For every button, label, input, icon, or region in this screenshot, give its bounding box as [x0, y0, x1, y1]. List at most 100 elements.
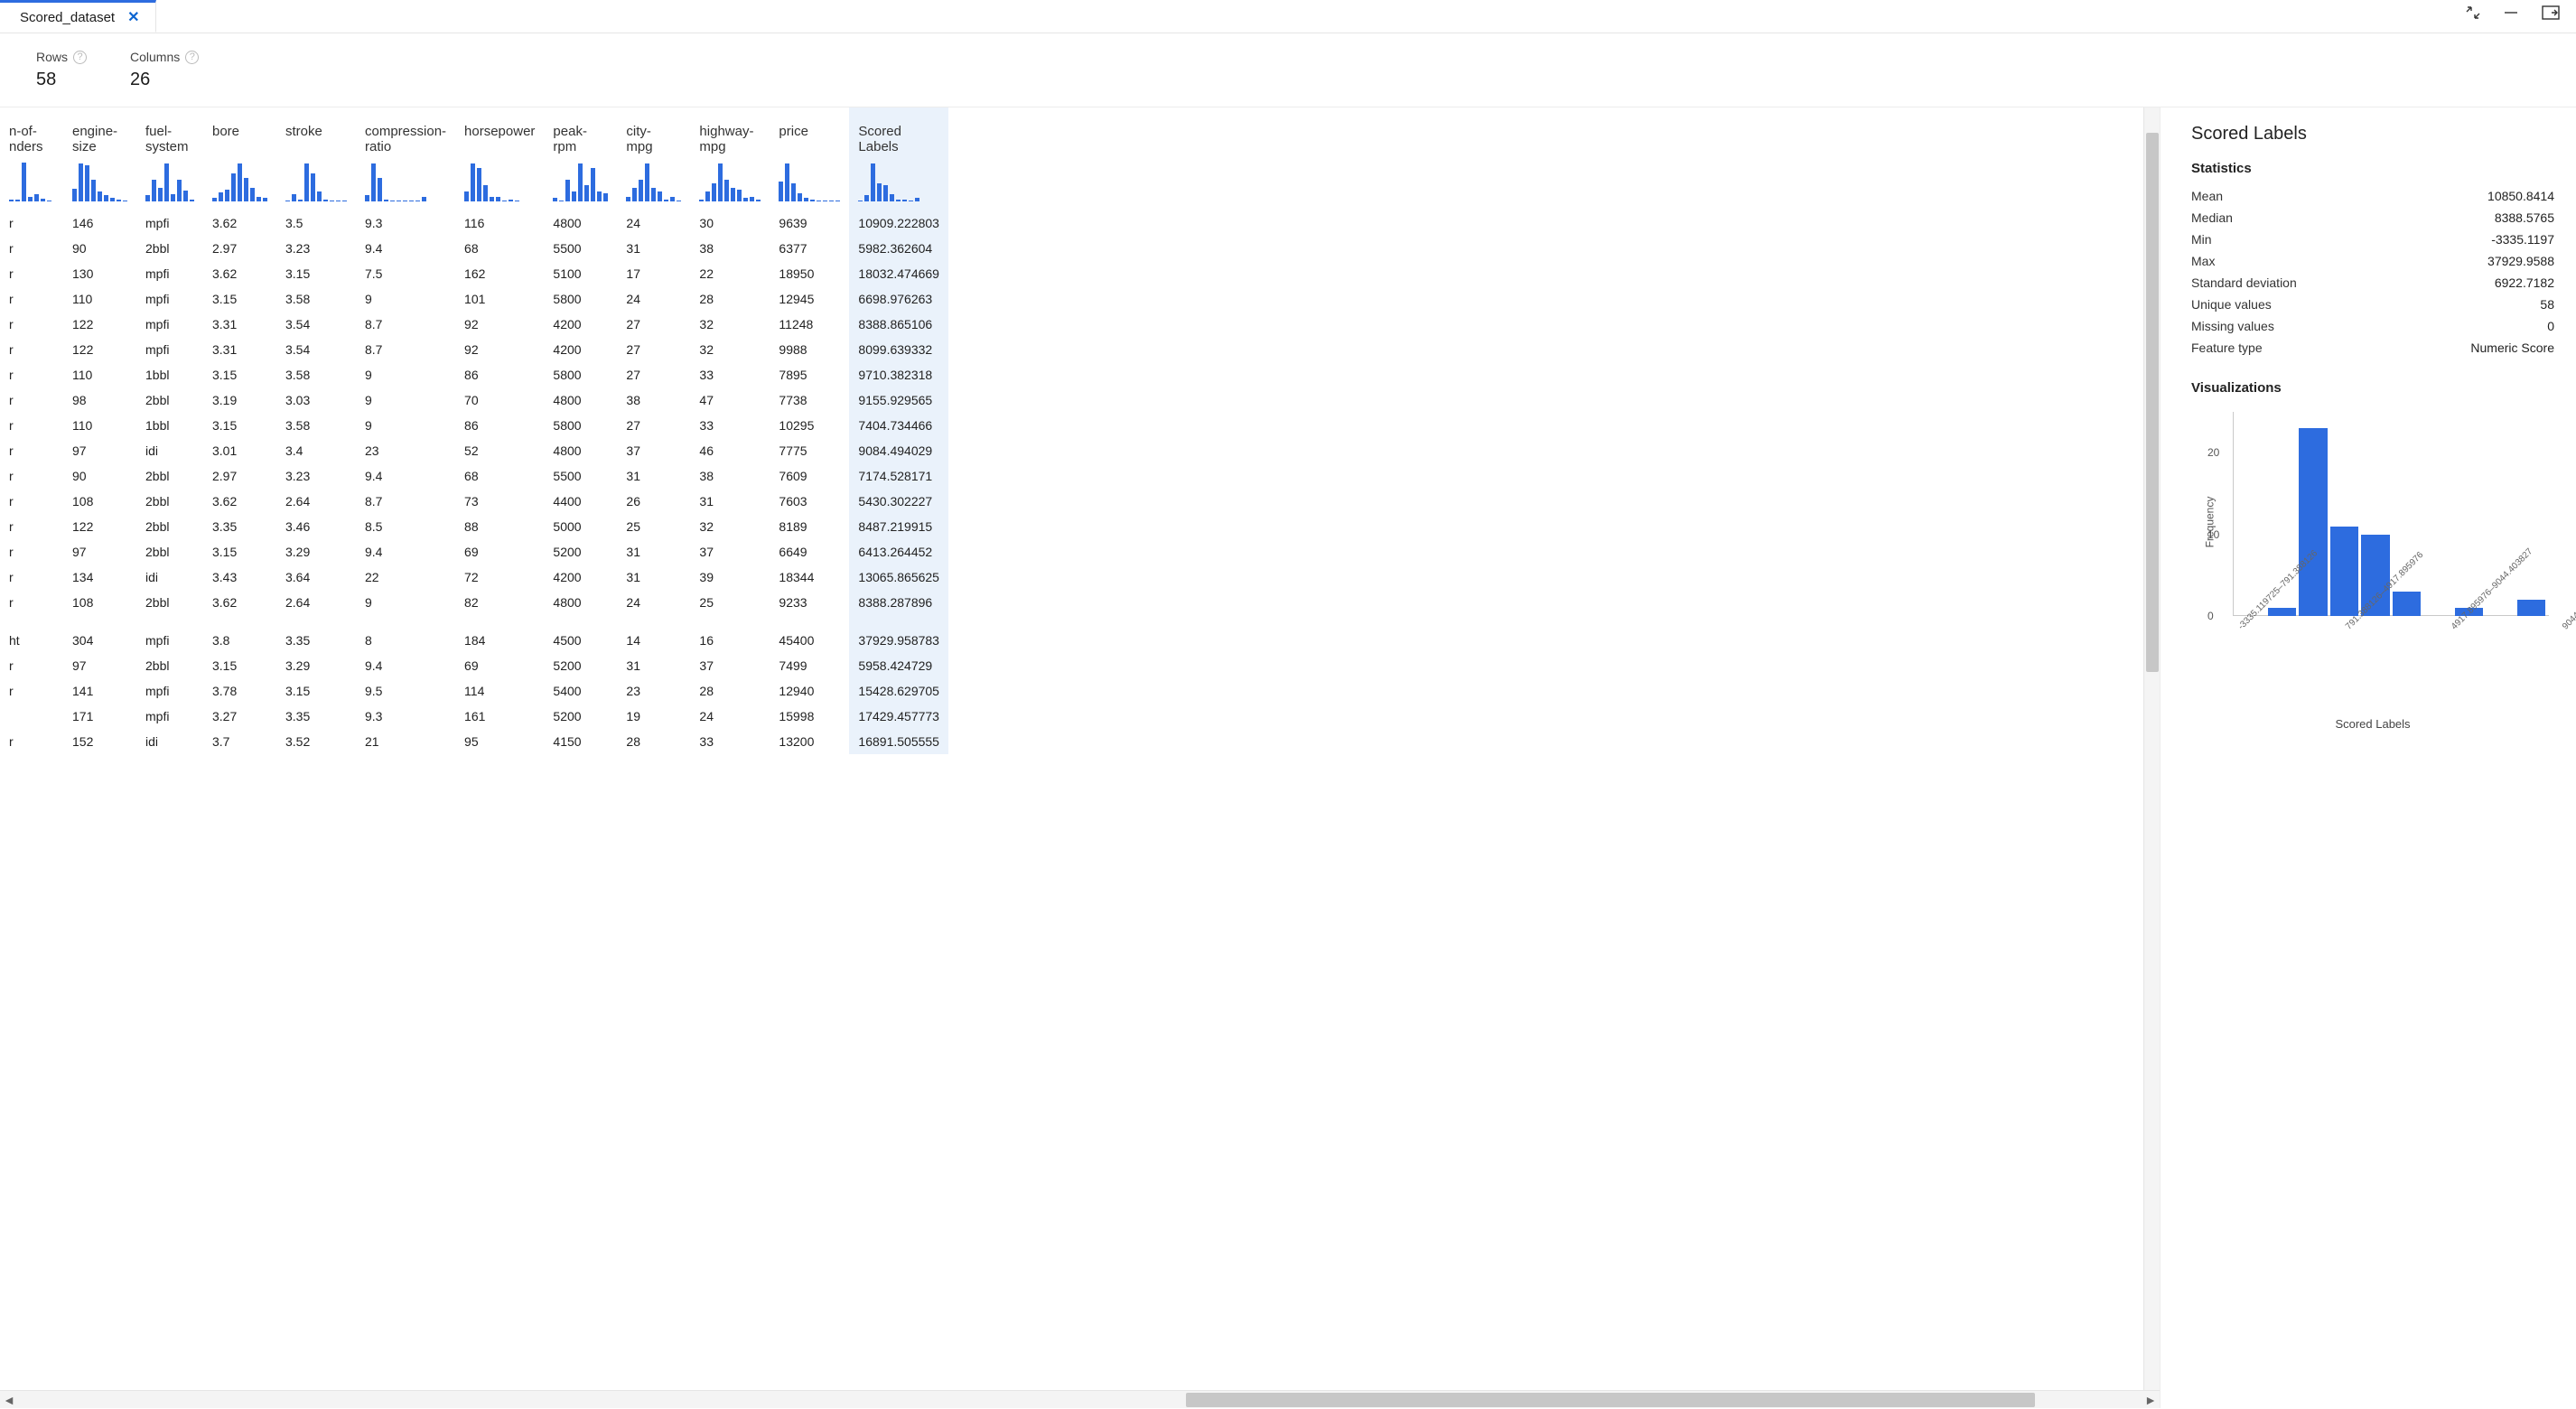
- table-cell: 25: [690, 590, 770, 615]
- table-cell: mpfi: [136, 678, 203, 704]
- table-cell: 4200: [544, 312, 617, 337]
- table-cell: 4500: [544, 615, 617, 653]
- table-cell: 86: [455, 413, 544, 438]
- table-row[interactable]: r902bbl2.973.239.4685500313863775982.362…: [0, 236, 948, 261]
- table-cell: 17: [617, 261, 690, 286]
- table-cell: 3.23: [276, 236, 356, 261]
- table-cell: 90: [63, 236, 136, 261]
- column-header[interactable]: ScoredLabels: [849, 107, 948, 160]
- stat-key: Missing values: [2191, 319, 2274, 333]
- table-cell: 21: [356, 729, 455, 754]
- table-cell: 3.15: [203, 653, 276, 678]
- table-row[interactable]: r146mpfi3.623.59.311648002430963910909.2…: [0, 210, 948, 236]
- table-scroll[interactable]: n-of-ndersengine-sizefuel-systemborestro…: [0, 107, 2143, 1390]
- popout-icon[interactable]: [2542, 5, 2560, 23]
- table-cell: 152: [63, 729, 136, 754]
- collapse-icon[interactable]: [2466, 5, 2480, 23]
- table-cell: 1bbl: [136, 362, 203, 387]
- table-row[interactable]: r122mpfi3.313.548.79242002732112488388.8…: [0, 312, 948, 337]
- table-row[interactable]: r1101bbl3.153.589865800273378959710.3823…: [0, 362, 948, 387]
- table-cell: 146: [63, 210, 136, 236]
- table-row[interactable]: r1222bbl3.353.468.5885000253281898487.21…: [0, 514, 948, 539]
- table-cell: 9: [356, 362, 455, 387]
- table-cell: [0, 704, 63, 729]
- horizontal-scrollbar[interactable]: ◄ ►: [0, 1390, 2160, 1408]
- table-cell: 8.7: [356, 489, 455, 514]
- table-cell: 122: [63, 337, 136, 362]
- table-row[interactable]: r141mpfi3.783.159.5114540023281294015428…: [0, 678, 948, 704]
- table-cell: 27: [617, 362, 690, 387]
- close-icon[interactable]: ✕: [127, 8, 139, 26]
- column-header[interactable]: peak-rpm: [544, 107, 617, 160]
- scroll-track[interactable]: [18, 1391, 2142, 1408]
- table-cell: 3.15: [203, 413, 276, 438]
- table-cell: 31: [617, 653, 690, 678]
- stat-key: Max: [2191, 254, 2215, 268]
- table-cell: 3.27: [203, 704, 276, 729]
- table-cell: 7499: [770, 653, 849, 678]
- column-sparkline: [203, 160, 276, 210]
- stat-value: 37929.9588: [2487, 254, 2554, 268]
- table-cell: 7.5: [356, 261, 455, 286]
- column-header[interactable]: compression-ratio: [356, 107, 455, 160]
- table-cell: 3.54: [276, 312, 356, 337]
- table-row[interactable]: r972bbl3.153.299.4695200313774995958.424…: [0, 653, 948, 678]
- table-row[interactable]: r902bbl2.973.239.4685500313876097174.528…: [0, 463, 948, 489]
- table-cell: idi: [136, 729, 203, 754]
- table-row[interactable]: r134idi3.433.642272420031391834413065.86…: [0, 565, 948, 590]
- table-cell: 31: [690, 489, 770, 514]
- table-cell: 5982.362604: [849, 236, 948, 261]
- table-row[interactable]: 171mpfi3.273.359.3161520019241599817429.…: [0, 704, 948, 729]
- column-header[interactable]: stroke: [276, 107, 356, 160]
- minimize-icon[interactable]: [2504, 5, 2518, 23]
- column-header[interactable]: horsepower: [455, 107, 544, 160]
- table-cell: 18032.474669: [849, 261, 948, 286]
- table-row[interactable]: r1082bbl3.622.649824800242592338388.2878…: [0, 590, 948, 615]
- panel-title: Scored Labels: [2191, 124, 2554, 145]
- column-header[interactable]: fuel-system: [136, 107, 203, 160]
- column-header[interactable]: bore: [203, 107, 276, 160]
- table-row[interactable]: r982bbl3.193.039704800384777389155.92956…: [0, 387, 948, 413]
- scroll-left-icon[interactable]: ◄: [0, 1391, 18, 1409]
- column-header[interactable]: price: [770, 107, 849, 160]
- help-icon[interactable]: ?: [185, 51, 199, 64]
- table-row[interactable]: r110mpfi3.153.58910158002428129456698.97…: [0, 286, 948, 312]
- help-icon[interactable]: ?: [73, 51, 87, 64]
- meta-rows: Rows? 58: [36, 50, 87, 90]
- table-row[interactable]: r130mpfi3.623.157.5162510017221895018032…: [0, 261, 948, 286]
- table-cell: 3.35: [276, 704, 356, 729]
- table-row[interactable]: r122mpfi3.313.548.7924200273299888099.63…: [0, 337, 948, 362]
- table-row[interactable]: r972bbl3.153.299.4695200313766496413.264…: [0, 539, 948, 565]
- column-header[interactable]: n-of-nders: [0, 107, 63, 160]
- table-cell: r: [0, 729, 63, 754]
- vertical-scrollbar[interactable]: [2143, 107, 2160, 1390]
- viz-container: Frequency -3335.119725–791.388126791.388…: [2191, 405, 2554, 731]
- table-cell: 3.8: [203, 615, 276, 653]
- column-header[interactable]: city-mpg: [617, 107, 690, 160]
- table-cell: r: [0, 210, 63, 236]
- data-table: n-of-ndersengine-sizefuel-systemborestro…: [0, 107, 948, 754]
- table-cell: 3.58: [276, 286, 356, 312]
- stat-row: Max 37929.9588: [2191, 250, 2554, 272]
- horizontal-scroll-thumb[interactable]: [1186, 1393, 2035, 1407]
- table-cell: 141: [63, 678, 136, 704]
- vertical-scroll-thumb[interactable]: [2146, 133, 2159, 671]
- table-cell: r: [0, 590, 63, 615]
- scroll-right-icon[interactable]: ►: [2142, 1391, 2160, 1409]
- table-cell: 3.15: [203, 286, 276, 312]
- stat-row: Mean10850.8414: [2191, 185, 2554, 207]
- table-row[interactable]: r152idi3.73.522195415028331320016891.505…: [0, 729, 948, 754]
- column-header[interactable]: engine-size: [63, 107, 136, 160]
- table-cell: 9233: [770, 590, 849, 615]
- table-row[interactable]: r1101bbl3.153.5898658002733102957404.734…: [0, 413, 948, 438]
- table-cell: 17429.457773: [849, 704, 948, 729]
- tab-scored-dataset[interactable]: Scored_dataset ✕: [0, 0, 156, 33]
- table-row[interactable]: r97idi3.013.423524800374677759084.494029: [0, 438, 948, 463]
- table-row[interactable]: r1082bbl3.622.648.7734400263176035430.30…: [0, 489, 948, 514]
- column-header[interactable]: highway-mpg: [690, 107, 770, 160]
- column-sparkline: [276, 160, 356, 210]
- table-cell: 110: [63, 286, 136, 312]
- table-row[interactable]: ht304mpfi3.83.358184450014164540037929.9…: [0, 615, 948, 653]
- table-cell: 130: [63, 261, 136, 286]
- table-cell: 90: [63, 463, 136, 489]
